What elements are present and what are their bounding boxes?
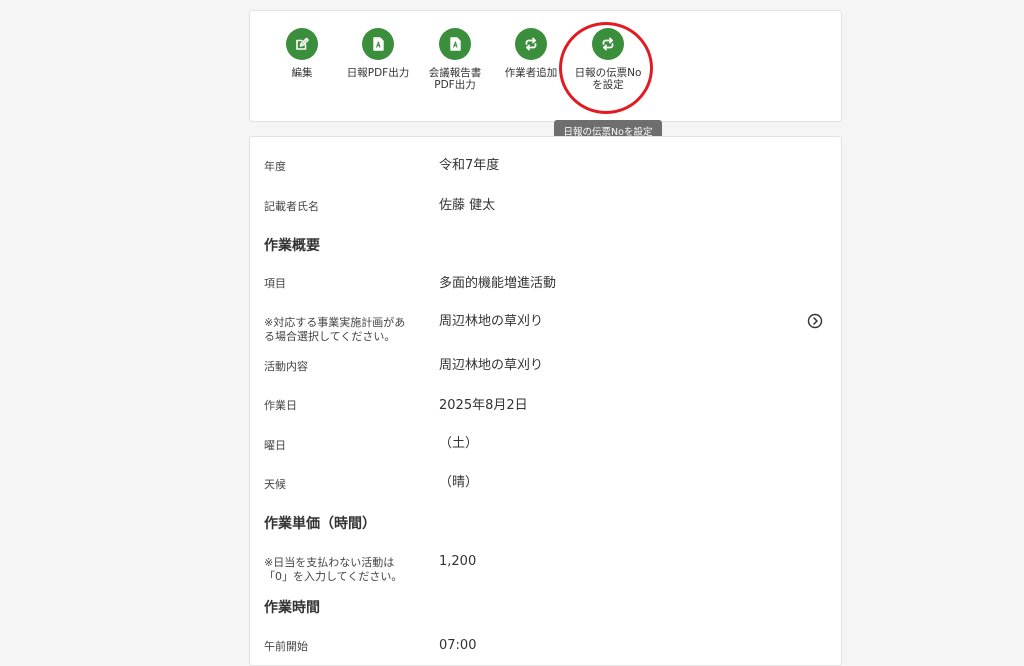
weather-label: 天候 — [264, 478, 286, 491]
set-slip-number-button[interactable]: 日報の伝票No を設定 — [568, 28, 648, 91]
weather-value: （晴） — [439, 475, 479, 490]
author-label: 記載者氏名 — [264, 200, 319, 213]
pdf-file-icon — [439, 28, 471, 60]
daily-report-pdf-label: 日報PDF出力 — [346, 67, 410, 79]
plan-label: ※対応する事業実施計画があ る場合選択してください。 — [264, 316, 406, 343]
edit-button[interactable]: 編集 — [262, 28, 342, 79]
edit-icon — [286, 28, 318, 60]
section-overview-title: 作業概要 — [264, 238, 320, 254]
daily-report-pdf-button[interactable]: 日報PDF出力 — [338, 28, 418, 79]
section-work-time-title: 作業時間 — [264, 600, 320, 616]
item-label: 項目 — [264, 277, 286, 290]
add-worker-label: 作業者追加 — [504, 67, 558, 79]
section-unit-price-title: 作業単価（時間） — [264, 516, 376, 532]
fiscal-year-label: 年度 — [264, 160, 286, 173]
fiscal-year-value: 令和7年度 — [439, 158, 500, 173]
activity-label: 活動内容 — [264, 360, 308, 373]
chevron-right-circle-icon[interactable] — [807, 313, 823, 329]
plan-value[interactable]: 周辺林地の草刈り — [439, 314, 543, 330]
unit-price-value: 1,200 — [439, 554, 477, 569]
unit-price-label: ※日当を支払わない活動は 「0」を入力してください。 — [264, 556, 403, 583]
author-value: 佐藤 健太 — [439, 198, 496, 213]
activity-value: 周辺林地の草刈り — [439, 358, 544, 373]
swap-arrows-icon — [592, 28, 624, 60]
meeting-report-pdf-label: 会議報告書 PDF出力 — [428, 67, 482, 91]
item-value: 多面的機能増進活動 — [439, 276, 557, 291]
weekday-label: 曜日 — [264, 439, 286, 452]
pdf-file-icon — [362, 28, 394, 60]
work-date-value: 2025年8月2日 — [439, 398, 528, 413]
set-slip-number-label: 日報の伝票No を設定 — [574, 67, 642, 91]
weekday-value: （土） — [439, 436, 479, 451]
am-start-label: 午前開始 — [264, 640, 308, 653]
swap-arrows-icon — [515, 28, 547, 60]
meeting-report-pdf-button[interactable]: 会議報告書 PDF出力 — [415, 28, 495, 91]
edit-button-label: 編集 — [291, 67, 313, 79]
add-worker-button[interactable]: 作業者追加 — [491, 28, 571, 79]
work-date-label: 作業日 — [264, 399, 297, 412]
am-start-value: 07:00 — [439, 638, 477, 653]
report-details: 年度 令和7年度 記載者氏名 佐藤 健太 作業概要 項目 多面的機能増進活動 ※… — [249, 136, 842, 666]
